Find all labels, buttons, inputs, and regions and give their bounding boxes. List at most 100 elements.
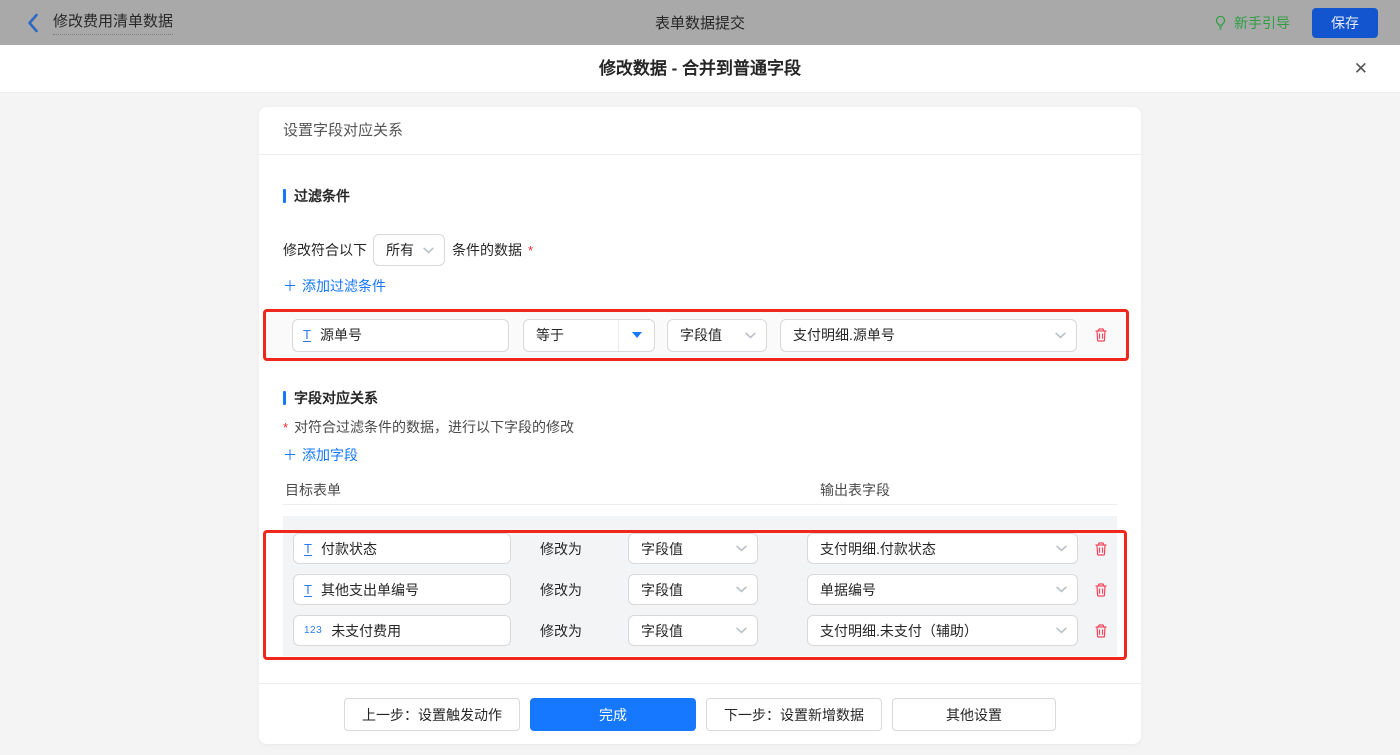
modify-label: 修改为 bbox=[540, 539, 585, 559]
match-prefix: 修改符合以下 bbox=[283, 240, 367, 260]
chevron-down-icon bbox=[736, 627, 747, 634]
filter-section-label: 过滤条件 bbox=[294, 186, 350, 206]
chevron-down-icon bbox=[1056, 545, 1067, 552]
output-field-select[interactable]: 单据编号 bbox=[807, 574, 1078, 605]
chevron-down-icon bbox=[423, 247, 434, 254]
topbar-right: 新手引导 保存 bbox=[1213, 8, 1378, 38]
plus-icon: ＋ bbox=[283, 445, 297, 465]
table-head-divider bbox=[283, 504, 1117, 505]
filter-value-type-select[interactable]: 字段值 bbox=[667, 319, 767, 352]
mapping-note-text: 对符合过滤条件的数据，进行以下字段的修改 bbox=[294, 417, 574, 437]
page-title: 表单数据提交 bbox=[0, 12, 1400, 33]
filter-condition-row: T 源单号 等于 字段值 bbox=[263, 309, 1129, 361]
modify-label: 修改为 bbox=[540, 621, 585, 641]
operator-value: 等于 bbox=[524, 320, 618, 351]
triangle-down-icon bbox=[632, 332, 642, 338]
target-field-input[interactable]: 123 未支付费用 bbox=[293, 615, 511, 646]
dialog-header: 修改数据 - 合并到普通字段 ✕ bbox=[0, 45, 1400, 93]
chevron-down-icon bbox=[736, 586, 747, 593]
mapping-rows-area: T 付款状态 修改为 字段值 支付明细.付款状态 bbox=[283, 516, 1117, 656]
target-field-value: 其他支出单编号 bbox=[321, 580, 419, 600]
card-header: 设置字段对应关系 bbox=[259, 107, 1141, 155]
add-field-link[interactable]: ＋ 添加字段 bbox=[283, 447, 358, 463]
filter-value-select[interactable]: 支付明细.源单号 bbox=[780, 319, 1077, 352]
value-type-value: 字段值 bbox=[641, 580, 728, 600]
column-output-field: 输出表字段 bbox=[820, 480, 890, 500]
add-filter-label: 添加过滤条件 bbox=[302, 276, 386, 296]
text-field-icon: T bbox=[304, 542, 312, 556]
trash-icon[interactable] bbox=[1093, 623, 1109, 639]
output-field-select[interactable]: 支付明细.未支付（辅助） bbox=[807, 615, 1078, 646]
add-field-label: 添加字段 bbox=[302, 445, 358, 465]
chevron-down-icon bbox=[1055, 332, 1066, 339]
mapping-row: T 其他支出单编号 修改为 字段值 单据编号 bbox=[293, 574, 1117, 605]
target-field-input[interactable]: T 其他支出单编号 bbox=[293, 574, 511, 605]
back-icon[interactable] bbox=[26, 13, 39, 33]
filter-field-value: 源单号 bbox=[320, 325, 362, 345]
settings-card: 设置字段对应关系 过滤条件 修改符合以下 所有 条件的数据 bbox=[259, 107, 1141, 744]
match-mode-select[interactable]: 所有 bbox=[373, 234, 445, 266]
close-icon[interactable]: ✕ bbox=[1354, 59, 1368, 79]
topbar: 修改费用清单数据 表单数据提交 新手引导 保存 bbox=[0, 0, 1400, 45]
filter-value-type: 字段值 bbox=[680, 325, 737, 345]
chevron-down-icon bbox=[736, 545, 747, 552]
output-field-value: 支付明细.付款状态 bbox=[820, 539, 1048, 559]
filter-section-title: 过滤条件 bbox=[283, 188, 1117, 204]
required-mark: * bbox=[528, 243, 533, 258]
card-footer: 上一步：设置触发动作 完成 下一步：设置新增数据 其他设置 bbox=[259, 683, 1141, 744]
match-mode-value: 所有 bbox=[386, 240, 415, 260]
guide-label: 新手引导 bbox=[1234, 13, 1290, 33]
topbar-left: 修改费用清单数据 bbox=[26, 10, 173, 35]
column-target-form: 目标表单 bbox=[285, 480, 341, 500]
chevron-down-icon bbox=[745, 332, 756, 339]
save-button[interactable]: 保存 bbox=[1312, 8, 1378, 38]
add-filter-link[interactable]: ＋ 添加过滤条件 bbox=[283, 278, 386, 294]
modify-label: 修改为 bbox=[540, 580, 585, 600]
other-settings-button[interactable]: 其他设置 bbox=[892, 698, 1056, 731]
dialog-title: 修改数据 - 合并到普通字段 bbox=[0, 45, 1400, 93]
mapping-note: * 对符合过滤条件的数据，进行以下字段的修改 bbox=[283, 419, 1117, 435]
target-field-value: 付款状态 bbox=[321, 539, 377, 559]
prev-step-button[interactable]: 上一步：设置触发动作 bbox=[344, 698, 520, 731]
number-field-icon: 123 bbox=[304, 625, 322, 637]
output-field-select[interactable]: 支付明细.付款状态 bbox=[807, 533, 1078, 564]
dialog-body: 设置字段对应关系 过滤条件 修改符合以下 所有 条件的数据 bbox=[0, 94, 1400, 755]
filter-field-input[interactable]: T 源单号 bbox=[292, 319, 509, 352]
mapping-row: 123 未支付费用 修改为 字段值 支付明细.未支付（辅助） bbox=[293, 615, 1117, 646]
mapping-table-head: 目标表单 输出表字段 bbox=[283, 480, 1117, 495]
trash-icon[interactable] bbox=[1093, 327, 1109, 343]
flow-name[interactable]: 修改费用清单数据 bbox=[53, 10, 173, 35]
value-type-select[interactable]: 字段值 bbox=[628, 533, 758, 564]
plus-icon: ＋ bbox=[283, 276, 297, 296]
done-button[interactable]: 完成 bbox=[530, 698, 696, 731]
mapping-section-title: 字段对应关系 bbox=[283, 390, 1117, 406]
target-field-input[interactable]: T 付款状态 bbox=[293, 533, 511, 564]
value-type-select[interactable]: 字段值 bbox=[628, 574, 758, 605]
value-type-select[interactable]: 字段值 bbox=[628, 615, 758, 646]
target-field-value: 未支付费用 bbox=[331, 621, 401, 641]
guide-link[interactable]: 新手引导 bbox=[1213, 13, 1290, 33]
operator-select[interactable]: 等于 bbox=[523, 319, 655, 352]
operator-dropdown-button[interactable] bbox=[618, 320, 654, 351]
section-bar-icon bbox=[283, 189, 286, 203]
text-field-icon: T bbox=[304, 583, 312, 597]
trash-icon[interactable] bbox=[1093, 582, 1109, 598]
mapping-row: T 付款状态 修改为 字段值 支付明细.付款状态 bbox=[293, 533, 1117, 564]
next-step-button[interactable]: 下一步：设置新增数据 bbox=[706, 698, 882, 731]
mapping-section-label: 字段对应关系 bbox=[294, 388, 378, 408]
section-bar-icon bbox=[283, 391, 286, 405]
value-type-value: 字段值 bbox=[641, 539, 728, 559]
value-type-value: 字段值 bbox=[641, 621, 728, 641]
trash-icon[interactable] bbox=[1093, 541, 1109, 557]
required-mark: * bbox=[283, 420, 288, 435]
chevron-down-icon bbox=[1056, 627, 1067, 634]
output-field-value: 单据编号 bbox=[820, 580, 1048, 600]
card-body: 过滤条件 修改符合以下 所有 条件的数据 * ＋ 添加过滤条件 bbox=[259, 188, 1141, 656]
filter-value: 支付明细.源单号 bbox=[793, 325, 1047, 345]
page: 修改费用清单数据 表单数据提交 新手引导 保存 修改数据 - 合并到普通字段 ✕… bbox=[0, 0, 1400, 755]
match-row: 修改符合以下 所有 条件的数据 * bbox=[283, 234, 1117, 266]
match-suffix: 条件的数据 bbox=[452, 240, 522, 260]
lightbulb-icon bbox=[1213, 15, 1228, 31]
chevron-down-icon bbox=[1056, 586, 1067, 593]
output-field-value: 支付明细.未支付（辅助） bbox=[820, 621, 1048, 641]
